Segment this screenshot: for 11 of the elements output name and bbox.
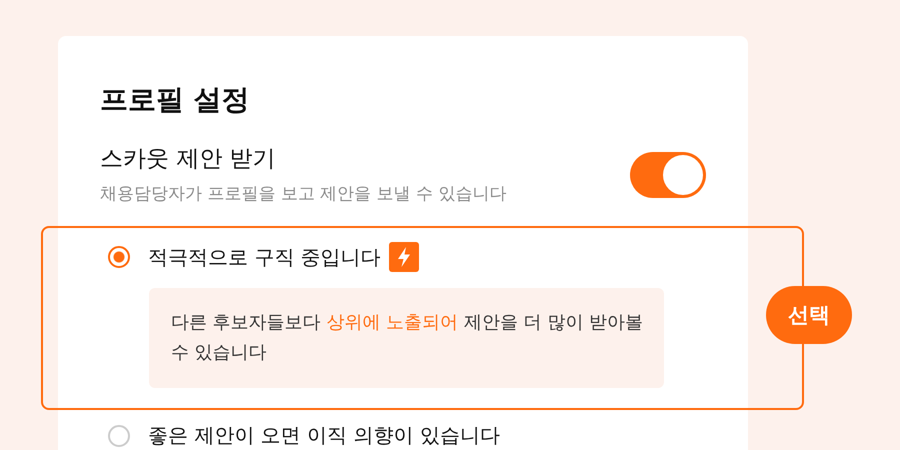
lightning-icon [388,242,419,272]
section-title: 프로필 설정 [100,82,251,118]
option-label: 적극적으로 구직 중입니다 [148,244,381,270]
option-detail: 다른 후보자들보다 상위에 노출되어 제안을 더 많이 받아볼 수 있습니다 [149,288,664,388]
radio-button[interactable] [108,246,130,268]
setting-description: 채용담당자가 프로필을 보고 제안을 보낼 수 있습니다 [100,183,506,206]
toggle-switch[interactable] [630,152,706,198]
option-label: 좋은 제안이 오면 이직 의향이 있습니다 [148,422,500,449]
radio-button[interactable] [108,424,130,446]
setting-label: 스카웃 제안 받기 [100,145,277,174]
selected-badge: 선택 [766,286,852,344]
